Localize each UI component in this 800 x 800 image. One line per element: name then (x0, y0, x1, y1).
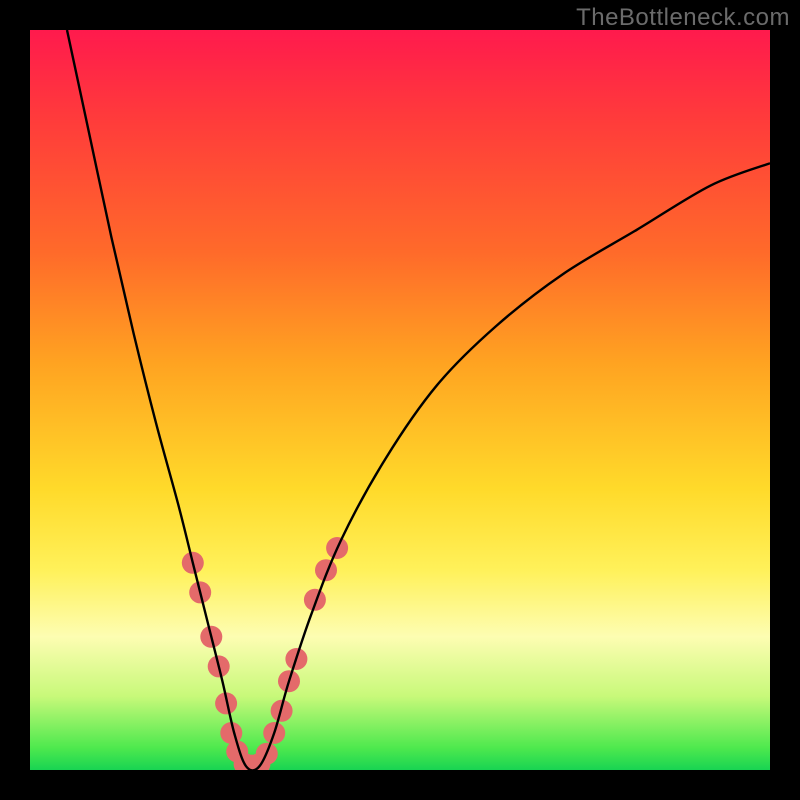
marker-layer (182, 537, 348, 770)
bottleneck-curve (67, 30, 770, 770)
watermark-text: TheBottleneck.com (576, 4, 790, 32)
chart-svg (30, 30, 770, 770)
chart-frame: TheBottleneck.com (0, 0, 800, 800)
chart-plot-area (30, 30, 770, 770)
